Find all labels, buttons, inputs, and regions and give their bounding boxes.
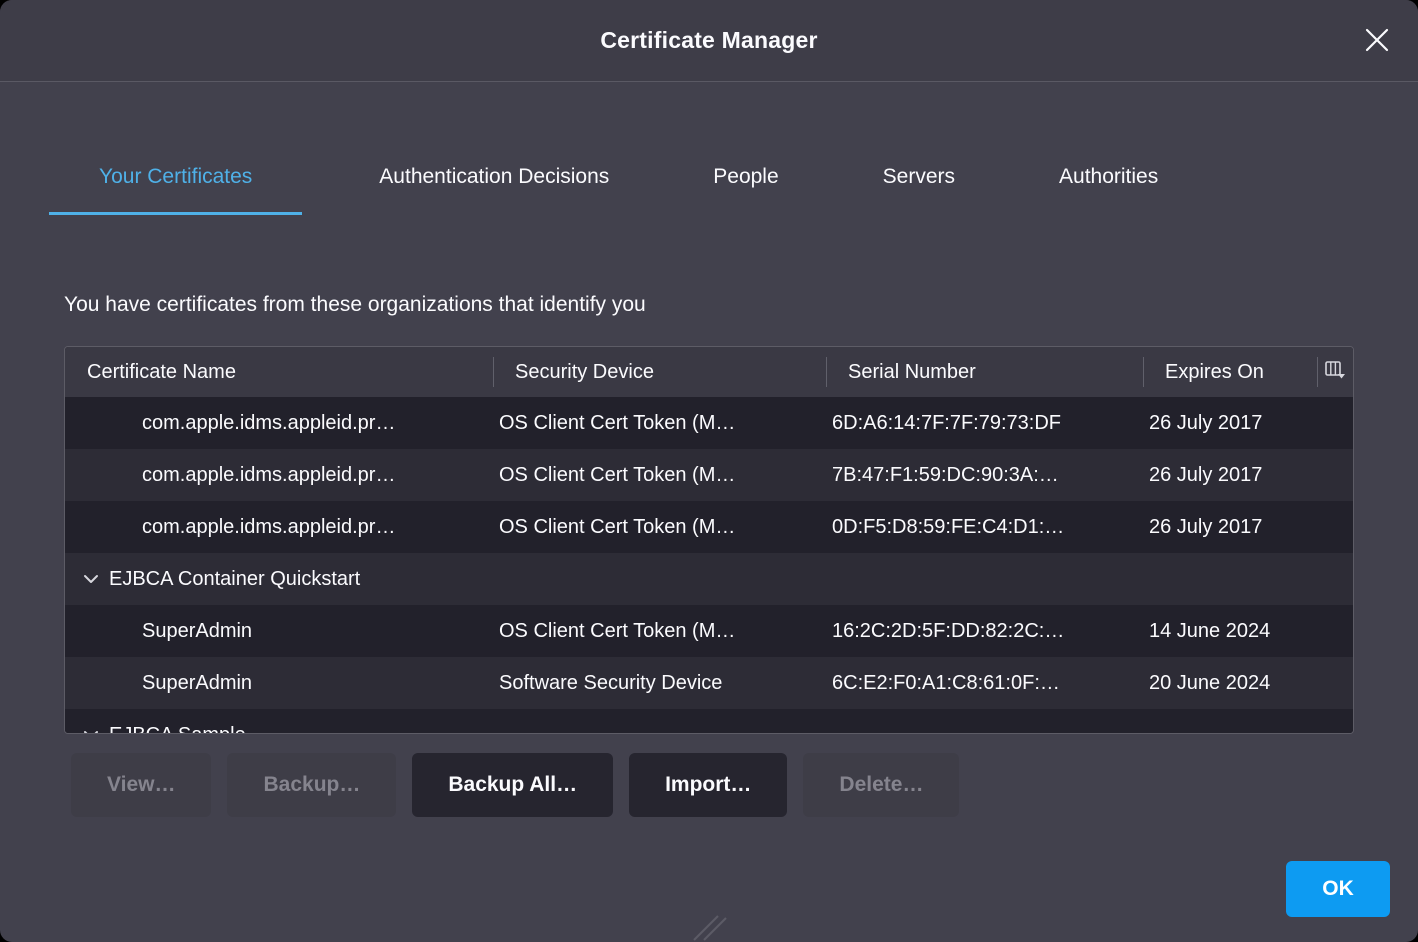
cell-security-device: OS Client Cert Token (M…: [493, 449, 826, 501]
cell-security-device: OS Client Cert Token (M…: [493, 501, 826, 553]
import-button[interactable]: Import…: [629, 753, 787, 817]
tab-servers[interactable]: Servers: [857, 141, 981, 215]
cell-security-device: OS Client Cert Token (M…: [493, 397, 826, 449]
dialog-title: Certificate Manager: [600, 27, 817, 54]
cell-expires-on: 20 June 2024: [1143, 657, 1353, 709]
column-header-expires-on[interactable]: Expires On: [1143, 347, 1317, 397]
cell-serial-number: 6C:E2:F0:A1:C8:61:0F:…: [826, 657, 1143, 709]
cell-expires-on: 26 July 2017: [1143, 449, 1353, 501]
cell-expires-on: 26 July 2017: [1143, 397, 1353, 449]
cell-certificate-name: SuperAdmin: [65, 605, 493, 657]
cell-certificate-name: com.apple.idms.appleid.pr…: [65, 449, 493, 501]
certificates-table: Certificate Name Security Device Serial …: [64, 346, 1354, 734]
resize-grip[interactable]: [688, 914, 728, 942]
table-row[interactable]: SuperAdmin Software Security Device 6C:E…: [65, 657, 1353, 709]
table-row[interactable]: SuperAdmin OS Client Cert Token (M… 16:2…: [65, 605, 1353, 657]
screen: Certificate Manager Your Certificates Au…: [0, 0, 1418, 942]
cell-serial-number: 16:2C:2D:5F:DD:82:2C:…: [826, 605, 1143, 657]
chevron-down-icon[interactable]: [83, 730, 99, 734]
cell-serial-number: 0D:F5:D8:59:FE:C4:D1:…: [826, 501, 1143, 553]
tab-authorities[interactable]: Authorities: [1033, 141, 1184, 215]
action-button-row: View… Backup… Backup All… Import… Delete…: [71, 753, 959, 817]
dialog-titlebar: Certificate Manager: [0, 0, 1418, 82]
cell-certificate-name: com.apple.idms.appleid.pr…: [65, 501, 493, 553]
cell-security-device: Software Security Device: [493, 657, 826, 709]
chevron-down-icon[interactable]: [83, 574, 99, 584]
tab-people[interactable]: People: [687, 141, 804, 215]
cell-certificate-name: com.apple.idms.appleid.pr…: [65, 397, 493, 449]
table-row[interactable]: com.apple.idms.appleid.pr… OS Client Cer…: [65, 501, 1353, 553]
cell-certificate-name: SuperAdmin: [65, 657, 493, 709]
column-header-certificate-name[interactable]: Certificate Name: [65, 347, 493, 397]
cell-serial-number: 6D:A6:14:7F:7F:79:73:DF: [826, 397, 1143, 449]
delete-button[interactable]: Delete…: [803, 753, 959, 817]
cell-expires-on: 14 June 2024: [1143, 605, 1353, 657]
table-group-row[interactable]: EJBCA Container Quickstart: [65, 553, 1353, 605]
table-group-row[interactable]: EJBCA Sample: [65, 709, 1353, 734]
cell-security-device: OS Client Cert Token (M…: [493, 605, 826, 657]
table-row[interactable]: com.apple.idms.appleid.pr… OS Client Cer…: [65, 449, 1353, 501]
intro-text: You have certificates from these organiz…: [64, 293, 646, 317]
view-button[interactable]: View…: [71, 753, 211, 817]
tab-authentication-decisions[interactable]: Authentication Decisions: [353, 141, 635, 215]
column-header-serial-number[interactable]: Serial Number: [826, 347, 1143, 397]
tab-your-certificates[interactable]: Your Certificates: [49, 141, 302, 215]
backup-button[interactable]: Backup…: [227, 753, 396, 817]
column-header-security-device[interactable]: Security Device: [493, 347, 826, 397]
group-label: EJBCA Sample: [109, 724, 246, 735]
column-picker-icon: [1325, 361, 1345, 384]
ok-button[interactable]: OK: [1286, 861, 1390, 917]
group-label: EJBCA Container Quickstart: [109, 568, 360, 591]
table-row[interactable]: com.apple.idms.appleid.pr… OS Client Cer…: [65, 397, 1353, 449]
cell-expires-on: 26 July 2017: [1143, 501, 1353, 553]
tab-bar: Your Certificates Authentication Decisio…: [49, 141, 1369, 215]
table-header: Certificate Name Security Device Serial …: [65, 347, 1353, 397]
backup-all-button[interactable]: Backup All…: [412, 753, 613, 817]
cell-serial-number: 7B:47:F1:59:DC:90:3A:…: [826, 449, 1143, 501]
column-picker-button[interactable]: [1317, 347, 1353, 397]
close-button[interactable]: [1362, 26, 1392, 56]
certificate-manager-dialog: Certificate Manager Your Certificates Au…: [0, 0, 1418, 942]
close-icon: [1364, 27, 1390, 56]
